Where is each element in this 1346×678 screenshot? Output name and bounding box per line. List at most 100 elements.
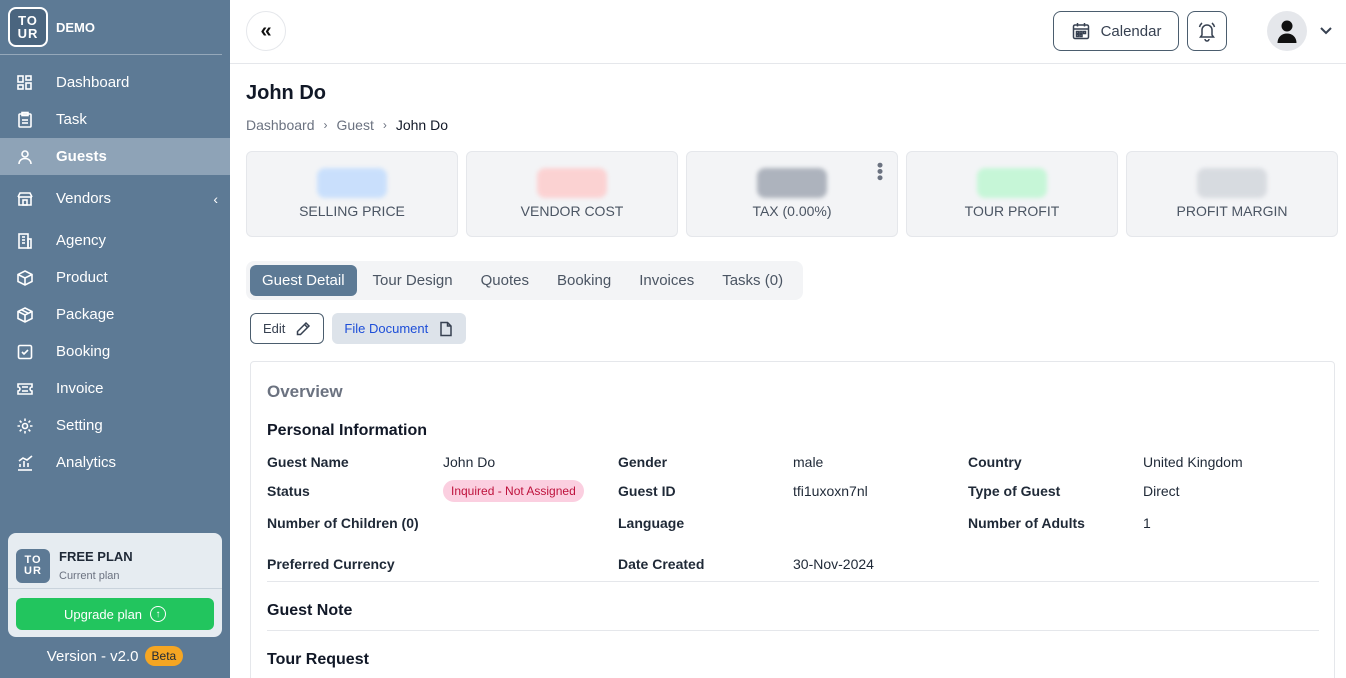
sidebar-item-guests[interactable]: Guests	[0, 138, 230, 175]
logo: TO UR	[8, 7, 48, 47]
guest-actions: Edit File Document	[250, 313, 467, 344]
sidebar-item-setting[interactable]: Setting	[0, 407, 230, 444]
store-icon	[16, 190, 34, 208]
breadcrumb-dashboard[interactable]: Dashboard	[246, 117, 315, 133]
sidebar-item-product[interactable]: Product	[0, 259, 230, 296]
more-options-icon[interactable]: •••	[870, 162, 890, 181]
stat-value-blurred	[537, 168, 607, 198]
stat-value-blurred	[977, 168, 1047, 198]
tab-tour-design[interactable]: Tour Design	[361, 265, 465, 296]
stats-row: SELLING PRICE VENDOR COST TAX (0.00%) ••…	[246, 151, 1346, 237]
brand-name: DEMO	[56, 19, 95, 35]
sidebar-item-label: Invoice	[56, 380, 104, 397]
type-value: Direct	[1143, 483, 1180, 499]
sidebar-nav: Dashboard Task Guests Vendors ‹ Agency P…	[0, 64, 230, 481]
sidebar-item-label: Vendors	[56, 190, 112, 207]
sidebar-item-label: Package	[56, 306, 115, 323]
stat-value-blurred	[1197, 168, 1267, 198]
guest-id-value: tfi1uxoxn7nl	[793, 483, 868, 499]
sidebar-item-label: Booking	[56, 343, 111, 360]
guest-name-value: John Do	[443, 454, 496, 470]
stat-label: TOUR PROFIT	[964, 203, 1060, 219]
stat-vendor-cost: VENDOR COST	[466, 151, 678, 237]
user-avatar-icon	[1277, 20, 1297, 43]
version-text: Version - v2.0	[46, 647, 139, 665]
page-title: John Do	[246, 82, 326, 104]
overview-panel: Overview Personal Information Guest Name…	[250, 361, 1335, 678]
sidebar-item-invoice[interactable]: Invoice	[0, 370, 230, 407]
tab-booking[interactable]: Booking	[545, 265, 623, 296]
pencil-icon	[297, 321, 311, 335]
sidebar-item-booking[interactable]: Booking	[0, 333, 230, 370]
chart-icon	[16, 454, 34, 472]
plan-subtitle: Current plan	[59, 570, 120, 582]
beta-badge: Beta	[144, 646, 184, 666]
stat-label: TAX (0.00%)	[752, 203, 832, 219]
file-document-button[interactable]: File Document	[332, 313, 467, 344]
adults-value: 1	[1143, 515, 1151, 531]
version-info: Version - v2.0 Beta	[0, 646, 230, 666]
calendar-icon	[1072, 23, 1089, 40]
children-label: Number of Children (0)	[267, 515, 419, 531]
sidebar-item-vendors[interactable]: Vendors ‹	[0, 175, 230, 222]
chevron-down-icon	[1320, 27, 1332, 35]
plan-info: TO UR FREE PLAN Current plan	[8, 533, 222, 589]
tab-guest-detail[interactable]: Guest Detail	[250, 265, 357, 296]
tab-quotes[interactable]: Quotes	[469, 265, 541, 296]
chevron-left-icon[interactable]: ‹	[213, 191, 218, 207]
document-icon	[440, 321, 452, 336]
plan-logo: TO UR	[16, 548, 50, 583]
brand[interactable]: TO UR DEMO	[0, 0, 222, 55]
country-label: Country	[968, 454, 1022, 470]
upgrade-plan-button[interactable]: Upgrade plan ↑	[16, 598, 214, 630]
sidebar-item-analytics[interactable]: Analytics	[0, 444, 230, 481]
plan-card: TO UR FREE PLAN Current plan Upgrade pla…	[8, 533, 222, 637]
edit-button[interactable]: Edit	[250, 313, 325, 344]
stat-value-blurred	[757, 168, 827, 198]
country-value: United Kingdom	[1143, 454, 1243, 470]
dashboard-icon	[16, 74, 34, 92]
gender-value: male	[793, 454, 824, 470]
sidebar-item-label: Product	[56, 269, 108, 286]
upload-icon: ↑	[150, 606, 167, 622]
package-icon	[16, 306, 34, 324]
sidebar-item-package[interactable]: Package	[0, 296, 230, 333]
sidebar-item-task[interactable]: Task	[0, 101, 230, 138]
breadcrumb-current: John Do	[395, 117, 449, 133]
notification-button[interactable]	[1187, 11, 1227, 51]
chevron-right-icon: ›	[382, 118, 387, 132]
tab-tasks[interactable]: Tasks (0)	[710, 265, 795, 296]
collapse-sidebar-button[interactable]: «	[246, 11, 286, 51]
clipboard-icon	[16, 111, 34, 129]
gender-label: Gender	[618, 454, 668, 470]
calendar-button[interactable]: Calendar	[1053, 11, 1179, 51]
sidebar: TO UR DEMO Dashboard Task Guests Vendors…	[0, 0, 230, 678]
stat-value-blurred	[317, 168, 387, 198]
tab-invoices[interactable]: Invoices	[627, 265, 706, 296]
sidebar-item-agency[interactable]: Agency	[0, 222, 230, 259]
status-label: Status	[267, 483, 310, 499]
stat-label: PROFIT MARGIN	[1176, 203, 1288, 219]
calendar-label: Calendar	[1100, 22, 1162, 40]
check-square-icon	[16, 343, 34, 361]
sidebar-item-dashboard[interactable]: Dashboard	[0, 64, 230, 101]
language-label: Language	[618, 515, 685, 531]
divider	[267, 630, 1319, 631]
avatar[interactable]	[1267, 11, 1307, 51]
bell-icon	[1198, 22, 1216, 42]
gear-icon	[16, 417, 34, 435]
double-chevron-left-icon: «	[260, 19, 272, 42]
sidebar-item-label: Analytics	[56, 454, 117, 471]
sidebar-item-label: Agency	[56, 232, 107, 249]
breadcrumb-guest[interactable]: Guest	[337, 117, 374, 133]
building-icon	[16, 232, 34, 250]
status-badge: Inquired - Not Assigned	[443, 480, 584, 502]
personal-info-title: Personal Information	[267, 422, 428, 439]
user-menu-toggle[interactable]	[1318, 22, 1334, 43]
sidebar-item-label: Setting	[56, 417, 103, 434]
stat-label: SELLING PRICE	[299, 203, 405, 219]
breadcrumb: Dashboard › Guest › John Do	[246, 117, 448, 133]
box-icon	[16, 269, 34, 287]
stat-tax: TAX (0.00%) •••	[686, 151, 898, 237]
guest-id-label: Guest ID	[618, 483, 676, 499]
